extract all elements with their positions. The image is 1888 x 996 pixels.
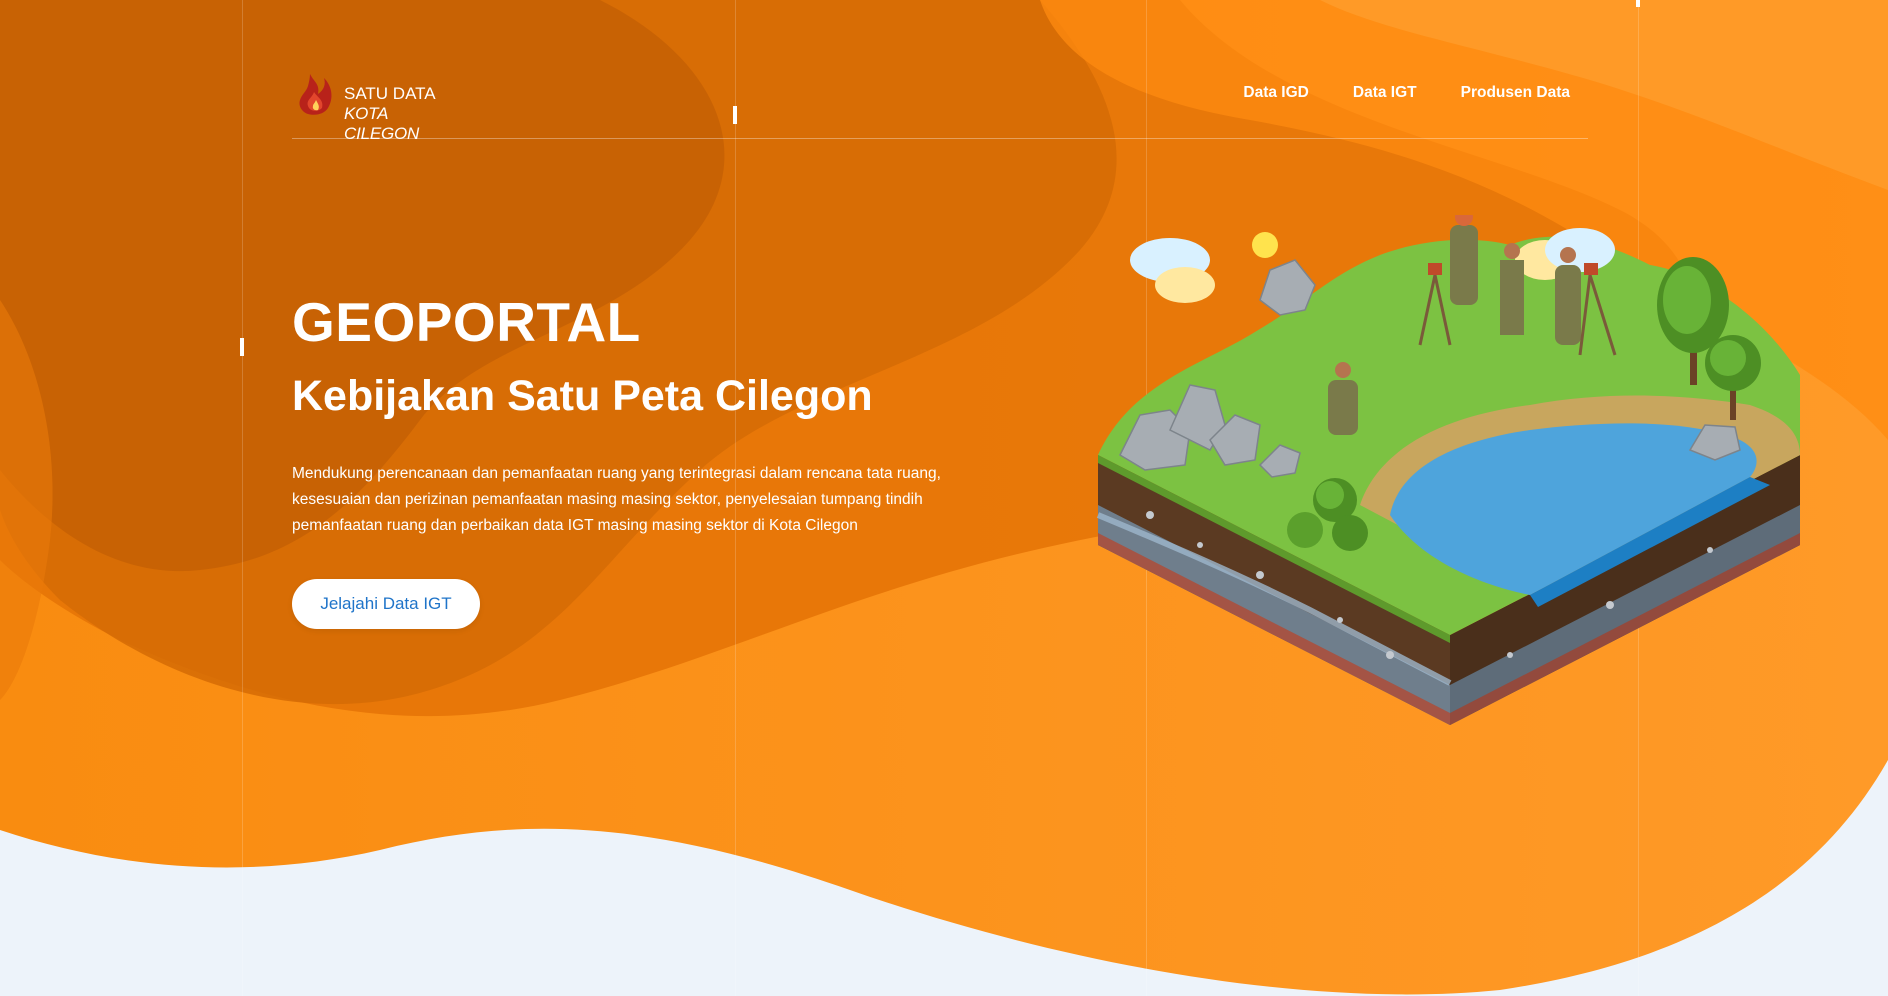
brand-line1: SATU DATA — [344, 84, 436, 103]
hero-subtitle: Kebijakan Satu Peta Cilegon — [292, 372, 873, 420]
hero-description: Mendukung perencanaan dan pemanfaatan ru… — [292, 465, 941, 534]
nav-link-data-igt[interactable]: Data IGT — [1353, 84, 1417, 102]
satu-data-logo-icon — [299, 74, 332, 115]
isometric-surveyors-landscape-icon — [1096, 215, 1800, 725]
grid-guide-tick — [240, 338, 244, 356]
explore-igt-button[interactable]: Jelajahi Data IGT — [292, 579, 480, 629]
navbar: SATU DATA KOTA CILEGON Data IGD Data IGT… — [292, 64, 1588, 143]
nav-link-produsen-data[interactable]: Produsen Data — [1461, 84, 1570, 102]
hero-title: GEOPORTAL — [292, 291, 641, 353]
nav-link-data-igd[interactable]: Data IGD — [1243, 84, 1308, 102]
grid-guide-tick — [1636, 0, 1640, 7]
grid-guide-line — [242, 0, 243, 996]
nav-menu: Data IGD Data IGT Produsen Data — [1243, 84, 1570, 102]
brand-line2: KOTA CILEGON — [344, 104, 420, 143]
brand-logo[interactable]: SATU DATA KOTA CILEGON — [296, 70, 466, 143]
